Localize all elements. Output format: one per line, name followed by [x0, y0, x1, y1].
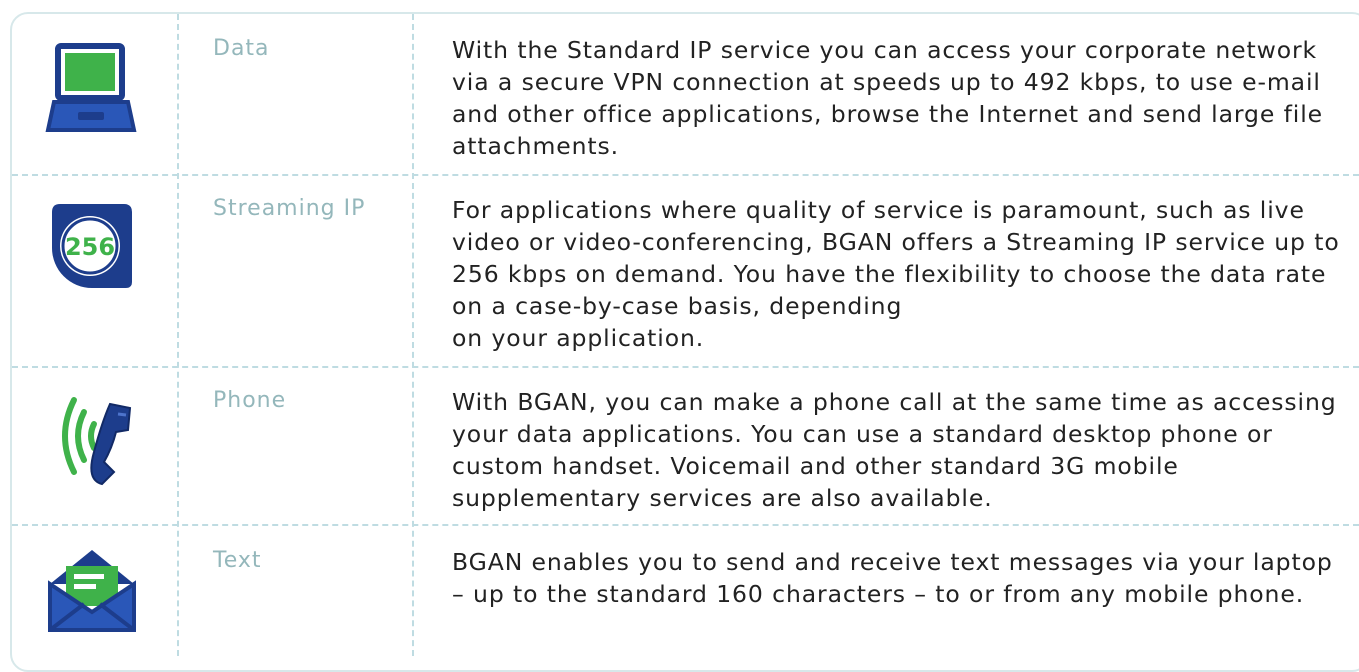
column-divider [177, 14, 179, 656]
service-description: For applications where quality of servic… [452, 194, 1352, 354]
phone-icon [44, 392, 140, 488]
service-title: Text [213, 548, 262, 573]
streaming-256-icon: 256 [44, 198, 140, 294]
column-divider [412, 14, 414, 656]
service-title: Phone [213, 388, 286, 413]
service-description: BGAN enables you to send and receive tex… [452, 546, 1352, 610]
envelope-icon [44, 542, 140, 638]
streaming-icon-label: 256 [65, 233, 115, 261]
service-description: With BGAN, you can make a phone call at … [452, 386, 1352, 514]
row-divider [12, 524, 1359, 526]
row-divider [12, 174, 1359, 176]
service-title: Data [213, 36, 270, 61]
service-title: Streaming IP [213, 196, 365, 221]
row-divider [12, 366, 1359, 368]
laptop-icon [44, 40, 140, 136]
service-description: With the Standard IP service you can acc… [452, 34, 1352, 162]
